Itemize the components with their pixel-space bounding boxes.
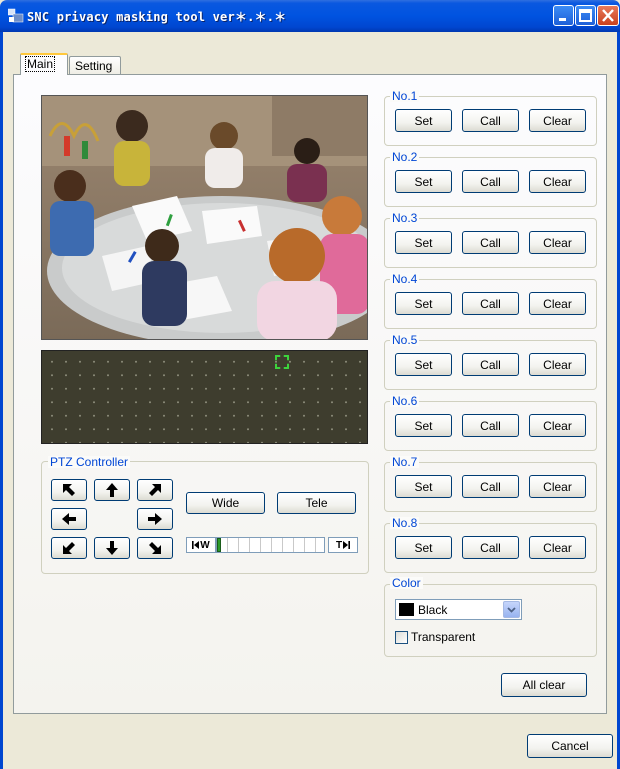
zoom-wide-end-button[interactable]: W — [186, 537, 216, 553]
preset-set-button[interactable]: Set — [395, 109, 452, 132]
app-icon — [8, 8, 24, 23]
maximize-icon — [579, 9, 592, 22]
color-select-value: Black — [418, 603, 448, 617]
preset-call-button[interactable]: Call — [462, 475, 519, 498]
maximize-button[interactable] — [575, 5, 596, 26]
ptz-down-left-button[interactable] — [51, 537, 87, 559]
ptz-up-button[interactable] — [94, 479, 130, 501]
zoom-tele-button[interactable]: Tele — [277, 492, 356, 514]
zoom-slider-track[interactable] — [216, 537, 325, 553]
tab-main-label: Main — [24, 56, 56, 72]
zoom-wide-button[interactable]: Wide — [186, 492, 265, 514]
skip-end-icon — [343, 541, 351, 549]
ptz-up-left-button[interactable] — [51, 479, 87, 501]
arrow-down-icon — [106, 541, 118, 555]
zoom-slider-thumb[interactable] — [217, 538, 221, 552]
arrow-down-right-icon — [149, 542, 161, 554]
preset-call-button[interactable]: Call — [462, 353, 519, 376]
color-swatch — [399, 603, 414, 616]
ptz-right-button[interactable] — [137, 508, 173, 530]
arrow-down-left-icon — [63, 542, 75, 554]
preset-call-button[interactable]: Call — [462, 536, 519, 559]
preset-title: No.4 — [390, 272, 420, 286]
preset-title: No.3 — [390, 211, 420, 225]
preset-clear-button[interactable]: Clear — [529, 109, 586, 132]
color-select[interactable]: Black — [395, 599, 522, 620]
arrow-up-right-icon — [149, 484, 161, 496]
cancel-button[interactable]: Cancel — [527, 734, 613, 758]
preset-clear-button[interactable]: Clear — [529, 292, 586, 315]
preset-set-button[interactable]: Set — [395, 414, 452, 437]
preset-set-button[interactable]: Set — [395, 536, 452, 559]
arrow-up-icon — [106, 483, 118, 497]
zoom-wide-end-label: W — [200, 539, 210, 551]
preset-title: No.7 — [390, 455, 420, 469]
tab-main[interactable]: Main — [20, 53, 68, 75]
minimize-icon — [559, 18, 566, 21]
preset-call-button[interactable]: Call — [462, 170, 519, 193]
minimize-button[interactable] — [553, 5, 574, 26]
preset-set-button[interactable]: Set — [395, 353, 452, 376]
preset-clear-button[interactable]: Clear — [529, 231, 586, 254]
preset-clear-button[interactable]: Clear — [529, 414, 586, 437]
ptz-down-right-button[interactable] — [137, 537, 173, 559]
ptz-up-right-button[interactable] — [137, 479, 173, 501]
zoom-tele-end-button[interactable]: T — [328, 537, 358, 553]
preset-clear-button[interactable]: Clear — [529, 353, 586, 376]
arrow-left-icon — [62, 513, 76, 525]
preset-set-button[interactable]: Set — [395, 170, 452, 193]
ptz-controller-title: PTZ Controller — [48, 455, 131, 469]
all-clear-button[interactable]: All clear — [501, 673, 587, 697]
preset-call-button[interactable]: Call — [462, 414, 519, 437]
ptz-left-button[interactable] — [51, 508, 87, 530]
ptz-controller-group — [41, 461, 369, 574]
transparent-checkbox-label: Transparent — [411, 630, 476, 644]
ptz-down-button[interactable] — [94, 537, 130, 559]
tab-setting[interactable]: Setting — [69, 56, 121, 76]
window-title: SNC privacy masking tool ver＊.＊.＊ — [27, 10, 287, 24]
preset-call-button[interactable]: Call — [462, 292, 519, 315]
skip-start-icon — [192, 541, 200, 549]
color-group — [384, 584, 597, 657]
preset-title: No.1 — [390, 89, 420, 103]
camera-view[interactable] — [41, 95, 368, 340]
dropdown-button[interactable] — [503, 601, 520, 618]
preset-set-button[interactable]: Set — [395, 231, 452, 254]
preset-title: No.2 — [390, 150, 420, 164]
arrow-right-icon — [148, 513, 162, 525]
preset-call-button[interactable]: Call — [462, 109, 519, 132]
preset-clear-button[interactable]: Clear — [529, 170, 586, 193]
transparent-checkbox[interactable] — [395, 631, 408, 644]
camera-image — [42, 96, 367, 339]
mask-position-panel[interactable] — [41, 350, 368, 444]
title-bar[interactable]: SNC privacy masking tool ver＊.＊.＊ — [0, 0, 620, 32]
preset-set-button[interactable]: Set — [395, 292, 452, 315]
close-button[interactable] — [597, 5, 619, 26]
preset-set-button[interactable]: Set — [395, 475, 452, 498]
preset-title: No.6 — [390, 394, 420, 408]
preset-clear-button[interactable]: Clear — [529, 475, 586, 498]
preset-title: No.5 — [390, 333, 420, 347]
color-group-title: Color — [390, 576, 423, 590]
chevron-down-icon — [507, 606, 516, 613]
tab-setting-label: Setting — [75, 59, 113, 73]
mask-position-marker[interactable] — [275, 355, 289, 369]
preset-title: No.8 — [390, 516, 420, 530]
preset-call-button[interactable]: Call — [462, 231, 519, 254]
arrow-up-left-icon — [63, 484, 75, 496]
close-icon — [602, 9, 614, 22]
preset-clear-button[interactable]: Clear — [529, 536, 586, 559]
